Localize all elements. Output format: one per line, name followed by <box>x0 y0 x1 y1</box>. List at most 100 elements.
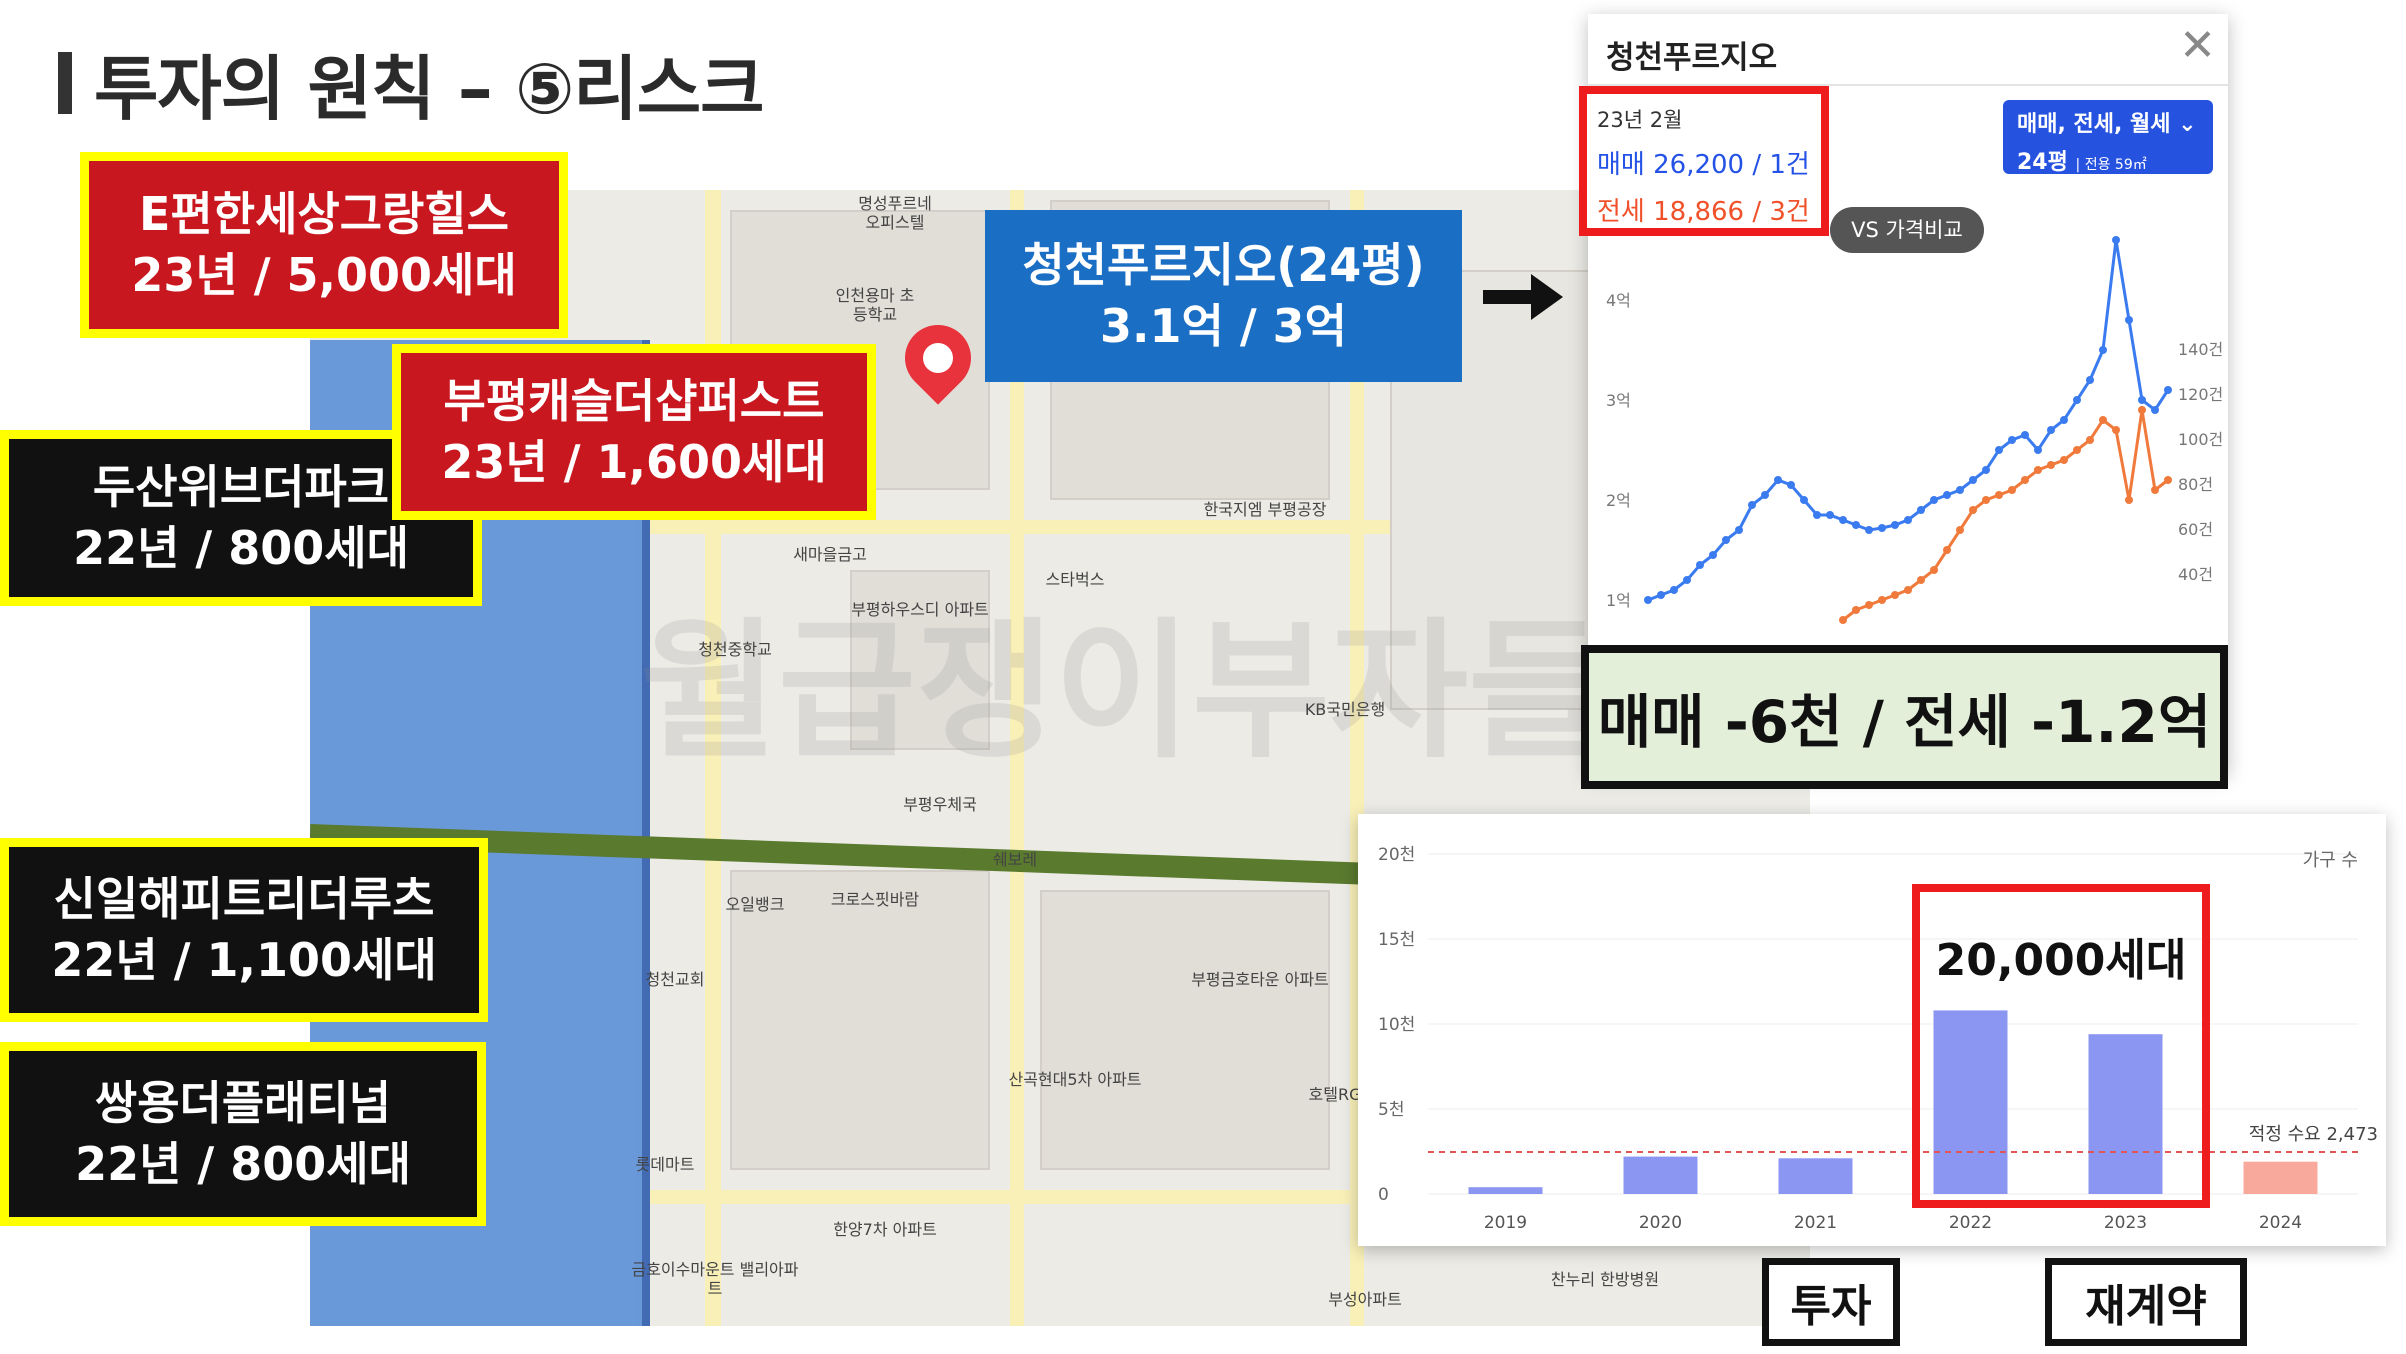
data-point <box>2164 386 2172 394</box>
data-point <box>2060 416 2068 424</box>
data-point <box>2021 476 2029 484</box>
y-tick-right: 80건 <box>2178 475 2213 494</box>
close-icon[interactable]: ✕ <box>2179 24 2216 68</box>
map-poi[interactable]: 새마을금고 <box>770 545 890 564</box>
y-tick-right: 140건 <box>2178 340 2223 359</box>
tag-invest: 투자 <box>1762 1258 1900 1346</box>
x-tick: 2022 <box>1949 1213 1992 1233</box>
data-point <box>1865 601 1873 609</box>
tag-renew: 재계약 <box>2045 1258 2247 1346</box>
price-diff-box: 매매 -6천 / 전세 -1.2억 <box>1581 645 2228 789</box>
price-summary-box: 23년 2월 매매 26,200 / 1건 전세 18,866 / 3건 <box>1579 86 1829 236</box>
y-tick: 20천 <box>1378 845 1415 865</box>
map-poi[interactable]: 청천중학교 <box>670 640 800 659</box>
y-tick-left: 4억 <box>1606 291 1631 310</box>
data-point <box>2034 466 2042 474</box>
map-poi[interactable]: 부평금호타운 아파트 <box>1180 970 1340 989</box>
map-poi[interactable]: 한양7차 아파트 <box>820 1220 950 1239</box>
data-point <box>2021 431 2029 439</box>
page-title: 투자의 원칙 – ⑤리스크 <box>94 47 765 130</box>
data-point <box>1670 586 1678 594</box>
label-ssangyong: 쌍용더플래티넘 22년 / 800세대 <box>0 1042 486 1226</box>
data-point <box>1722 536 1730 544</box>
data-point <box>2164 476 2172 484</box>
series-line-전세 <box>1842 409 2169 622</box>
map-poi[interactable]: 부평우체국 <box>880 795 1000 814</box>
y-tick-left: 2억 <box>1606 491 1631 510</box>
data-point <box>2086 376 2094 384</box>
data-point <box>1995 446 2003 454</box>
bar <box>2243 1161 2318 1194</box>
data-point <box>1943 546 1951 554</box>
y-tick: 0 <box>1378 1185 1389 1205</box>
map-poi[interactable]: 부평하우스디 아파트 <box>840 600 1000 619</box>
data-point <box>1891 591 1899 599</box>
data-point <box>1683 576 1691 584</box>
data-point <box>2125 496 2133 504</box>
data-point <box>2138 396 2146 404</box>
data-point <box>1826 511 1834 519</box>
data-point <box>1904 586 1912 594</box>
x-tick: 2019 <box>1484 1213 1527 1233</box>
price-chart: 1억 2억 3억 4억 40건 60건 80건 100건 120건 140건 <box>1606 236 2223 624</box>
y-tick-right: 100건 <box>2178 430 2223 449</box>
map-poi[interactable]: 부성아파트 <box>1300 1290 1430 1309</box>
data-point <box>1839 616 1847 624</box>
map-poi[interactable]: 한국지엠 부평공장 <box>1200 500 1330 519</box>
map-poi[interactable]: 쉐보레 <box>970 850 1060 869</box>
map-poi[interactable]: KB국민은행 <box>1280 700 1410 719</box>
data-point <box>2008 436 2016 444</box>
data-point <box>1748 501 1756 509</box>
y-tick-left: 1억 <box>1606 591 1631 610</box>
data-point <box>1709 551 1717 559</box>
map-poi[interactable]: 명성푸르네 오피스텔 <box>850 194 940 232</box>
map-poi[interactable]: 오일뱅크 <box>710 895 800 914</box>
data-point <box>2138 406 2146 414</box>
data-point <box>1982 496 1990 504</box>
data-point <box>2099 346 2107 354</box>
y-tick: 15천 <box>1378 930 1415 950</box>
price-date: 23년 2월 <box>1597 108 1683 132</box>
data-point <box>2034 446 2042 454</box>
x-tick: 2024 <box>2259 1213 2302 1233</box>
data-point <box>1956 526 1964 534</box>
y-tick-left: 3억 <box>1606 391 1631 410</box>
map-poi[interactable]: 산곡현대5차 아파트 <box>1000 1070 1150 1089</box>
data-point <box>1839 516 1847 524</box>
data-point <box>1982 466 1990 474</box>
map-poi[interactable]: 인천용마 초등학교 <box>830 286 920 324</box>
map-poi[interactable]: 찬누리 한방병원 <box>1540 1270 1670 1289</box>
map-poi[interactable]: 청천교회 <box>610 970 740 989</box>
y-tick: 5천 <box>1378 1100 1404 1120</box>
data-point <box>1774 476 1782 484</box>
supply-chart-card: 0 5천 10천 15천 20천 2019 2020 2021 2022 2023 2024 적정 수… <box>1358 814 2386 1246</box>
arrow-right-icon <box>1483 274 1563 320</box>
map-poi[interactable]: 스타벅스 <box>1030 570 1120 589</box>
data-point <box>1696 561 1704 569</box>
data-point <box>1735 526 1743 534</box>
data-point <box>1956 486 1964 494</box>
data-point <box>1800 496 1808 504</box>
data-point <box>2099 416 2107 424</box>
data-point <box>2112 236 2120 244</box>
data-point <box>1852 606 1860 614</box>
map-poi[interactable]: 금호이수마운트 밸리아파트 <box>630 1260 800 1298</box>
data-point <box>1917 506 1925 514</box>
map-poi[interactable]: 크로스핏바람 <box>810 890 940 909</box>
sale-price: 매매 26,200 / 1건 <box>1597 150 1810 180</box>
label-bupyeong-castle: 부평캐슬더샵퍼스트 23년 / 1,600세대 <box>392 344 876 520</box>
data-point <box>1852 521 1860 529</box>
vs-compare-button[interactable]: VS 가격비교 <box>1830 207 1984 253</box>
data-point <box>1878 524 1886 532</box>
map-poi[interactable]: 롯데마트 <box>610 1155 720 1174</box>
jeonse-price: 전세 18,866 / 3건 <box>1597 197 1810 227</box>
label-e-pyunhan: E편한세상그랑힐스 23년 / 5,000세대 <box>80 152 568 338</box>
data-point <box>1865 526 1873 534</box>
data-point <box>1930 496 1938 504</box>
type-select-button[interactable]: 매매, 전세, 월세 ⌄ 24평 | 전용 59㎡ <box>2003 100 2213 175</box>
data-point <box>2047 426 2055 434</box>
data-point <box>1891 521 1899 529</box>
data-point <box>1657 591 1665 599</box>
data-point <box>1930 566 1938 574</box>
popup-title: 청천푸르지오 <box>1606 40 1778 76</box>
